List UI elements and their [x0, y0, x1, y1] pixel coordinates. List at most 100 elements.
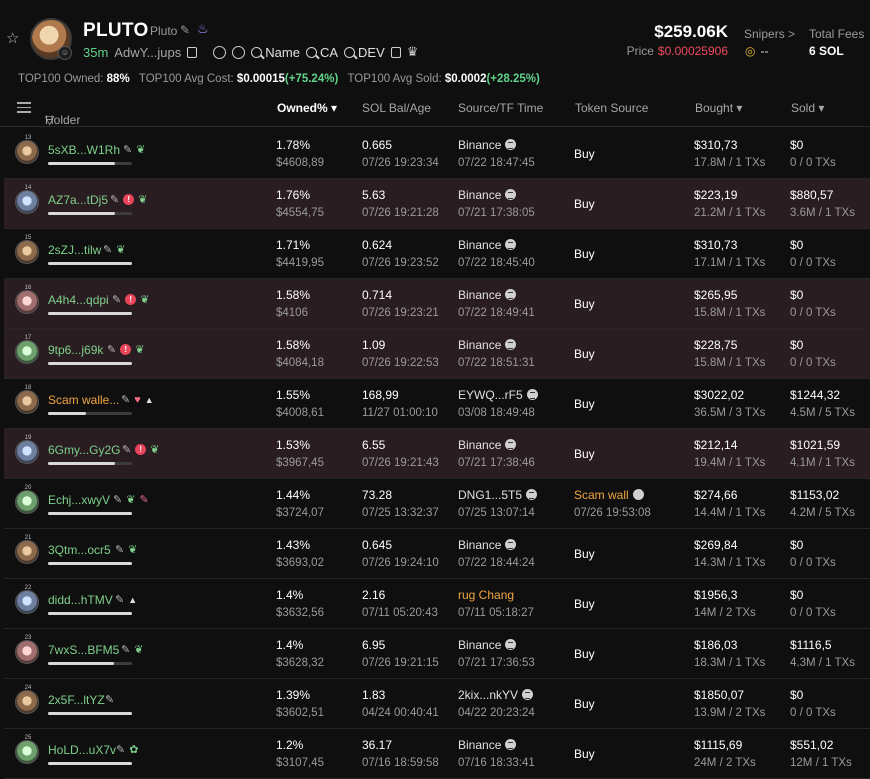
wallet-age: 07/26 19:21:28	[362, 207, 439, 219]
owned-column-header[interactable]: Owned% ▾	[277, 101, 337, 115]
table-row[interactable]: 16 A4h4...qdpi ✎! ❦ 1.58% $4106 0.714 07/…	[4, 279, 870, 329]
holder-address-link[interactable]: 6Gmy...Gy2G	[48, 443, 120, 457]
funding-source[interactable]: Binance	[458, 638, 517, 652]
owned-usd: $3724,07	[276, 507, 324, 519]
funding-source[interactable]: Binance	[458, 738, 517, 752]
holder-address-link[interactable]: AZ7a...tDj5	[48, 193, 108, 207]
funding-source[interactable]: Binance	[458, 438, 517, 452]
search-ca-link[interactable]: CA	[305, 45, 338, 60]
holder-address-link[interactable]: 5sXB...W1Rh	[48, 143, 120, 157]
funding-source[interactable]: Binance	[458, 188, 517, 202]
holder-avatar[interactable]: 20	[15, 485, 39, 514]
leaf-icon: ❦	[128, 544, 138, 556]
edit-icon[interactable]: ✎	[121, 393, 130, 406]
holder-avatar[interactable]: 21	[15, 535, 39, 564]
holder-address-link[interactable]: 2x5F...ltYZ	[48, 693, 105, 707]
table-row[interactable]: 21 3Qtm...ocr5 ✎ ❦ 1.43% $3693,02 0.645 0…	[4, 529, 870, 579]
table-row[interactable]: 18 Scam walle... ✎ ♥ ▲ 1.55% $4008,61 168,…	[4, 379, 870, 429]
edit-icon[interactable]: ✎	[122, 443, 131, 456]
owned-percent: 1.39%	[276, 688, 311, 702]
holder-address-link[interactable]: Echj...xwyV	[48, 493, 110, 507]
holder-address-link[interactable]: 7wxS...BFM5	[48, 643, 119, 657]
holder-address-link[interactable]: 9tp6...j69k	[48, 343, 103, 357]
holder-avatar[interactable]: 19	[15, 435, 39, 464]
search-name-link[interactable]: Name	[251, 45, 300, 60]
holder-address-link[interactable]: didd...hTMV	[48, 593, 113, 607]
holder-avatar[interactable]: 24	[15, 685, 39, 714]
edit-icon[interactable]: ✎	[107, 343, 116, 356]
edit-icon[interactable]: ✎	[115, 593, 124, 606]
table-row[interactable]: 24 2x5F...ltYZ ✎ 1.39% $3602,51 1.83 04/…	[4, 679, 870, 729]
owned-usd: $3107,45	[276, 757, 324, 769]
holder-avatar[interactable]: 22	[15, 585, 39, 614]
holder-avatar[interactable]: 25	[15, 735, 39, 764]
edit-icon[interactable]: ✎	[113, 493, 122, 506]
leaf-icon: ❦	[150, 444, 160, 456]
funding-time: 03/08 18:49:48	[458, 407, 535, 419]
bought-amount: 13.9M / 2 TXs	[694, 707, 766, 719]
table-row[interactable]: 23 7wxS...BFM5 ✎ ❦ 1.4% $3628,32 6.95 07/…	[4, 629, 870, 679]
holder-avatar[interactable]: 13	[15, 135, 39, 164]
sol-column-header[interactable]: SOL Bal/Age	[362, 101, 431, 115]
table-row[interactable]: 17 9tp6...j69k ✎! ❦ 1.58% $4084,18 1.09 0…	[4, 329, 870, 379]
sold-column-header[interactable]: Sold ▾	[791, 101, 824, 115]
table-row[interactable]: 25 HoLD...uX7v ✎ ✿ 1.2% $3107,45 36.17 07…	[4, 729, 870, 779]
funding-source[interactable]: Binance	[458, 538, 517, 552]
funding-source[interactable]: Binance	[458, 288, 517, 302]
funding-source[interactable]: DNG1...5T5	[458, 488, 538, 502]
holder-address-link[interactable]: 2sZJ...tilw	[48, 243, 101, 257]
website-globe-icon[interactable]	[213, 45, 227, 59]
holder-tags: ✎ ❦	[103, 243, 125, 256]
owned-percent: 1.58%	[276, 338, 311, 352]
edit-icon[interactable]: ✎	[112, 293, 121, 306]
holder-avatar[interactable]: 23	[15, 635, 39, 664]
favorite-star-icon[interactable]: ☆	[6, 31, 20, 46]
table-row[interactable]: 15 2sZJ...tilw ✎ ❦ 1.71% $4419,95 0.624 0…	[4, 229, 870, 279]
edit-icon[interactable]: ✎	[110, 193, 119, 206]
edit-icon[interactable]: ✎	[121, 643, 130, 656]
bought-column-header[interactable]: Bought ▾	[695, 101, 742, 115]
coin-icon[interactable]	[232, 45, 246, 59]
holder-address-link[interactable]: A4h4...qdpi	[48, 293, 109, 307]
edit-icon[interactable]: ✎	[123, 143, 132, 156]
external-link-icon[interactable]	[390, 46, 401, 58]
edit-name-icon[interactable]: ✎	[180, 23, 190, 37]
sold-usd: $551,02	[790, 738, 834, 752]
table-row[interactable]: 14 AZ7a...tDj5 ✎! ❦ 1.76% $4554,75 5.63 0…	[4, 179, 870, 229]
funding-source[interactable]: Binance	[458, 238, 517, 252]
holder-address-link[interactable]: 3Qtm...ocr5	[48, 543, 111, 557]
holder-address-link[interactable]: HoLD...uX7v	[48, 743, 116, 757]
funding-source[interactable]: 2kix...nkYV	[458, 688, 534, 702]
copy-icon[interactable]	[187, 46, 198, 58]
table-row[interactable]: 20 Echj...xwyV ✎ ❦ ✎ 1.44% $3724,07 73.28 …	[4, 479, 870, 529]
edit-icon[interactable]: ✎	[103, 243, 112, 256]
table-row[interactable]: 19 6Gmy...Gy2G ✎! ❦ 1.53% $3967,45 6.55 0…	[4, 429, 870, 479]
table-row[interactable]: 13 5sXB...W1Rh ✎ ❦ 1.78% $4608,89 0.665 0…	[4, 129, 870, 179]
funding-source[interactable]: EYWQ...rF5	[458, 388, 538, 402]
holder-avatar[interactable]: 14	[15, 185, 39, 214]
funding-source[interactable]: Binance	[458, 138, 517, 152]
funding-time: 07/21 17:38:46	[458, 457, 535, 469]
owned-usd: $4106	[276, 307, 308, 319]
source-column-header[interactable]: Source/TF Time	[458, 101, 543, 115]
holder-tags: ✎ ♥ ▲	[121, 393, 154, 407]
holder-avatar[interactable]: 18	[15, 385, 39, 414]
crown-icon[interactable]: ♛	[407, 44, 419, 60]
funding-source[interactable]: rug Chang	[458, 588, 514, 602]
bought-usd: $223,19	[694, 188, 738, 202]
edit-icon[interactable]: ✎	[105, 693, 114, 706]
token-source-column-header[interactable]: Token Source	[575, 101, 648, 115]
settings-sliders-icon[interactable]	[17, 102, 31, 114]
search-dev-link[interactable]: DEV	[344, 45, 385, 60]
snipers-link[interactable]: Snipers >	[744, 27, 795, 41]
holder-address-link[interactable]: Scam walle...	[48, 393, 119, 407]
funding-source[interactable]: Binance	[458, 338, 517, 352]
holder-avatar[interactable]: 15	[15, 235, 39, 264]
holding-progress-bar	[48, 162, 132, 165]
table-row[interactable]: 22 didd...hTMV ✎ ▲ 1.4% $3632,56 2.16 07/…	[4, 579, 870, 629]
edit-icon[interactable]: ✎	[115, 543, 124, 556]
edit-icon[interactable]: ✎	[116, 743, 125, 756]
holder-avatar[interactable]: 17	[15, 335, 39, 364]
exchange-icon	[505, 289, 517, 300]
holder-avatar[interactable]: 16	[15, 285, 39, 314]
